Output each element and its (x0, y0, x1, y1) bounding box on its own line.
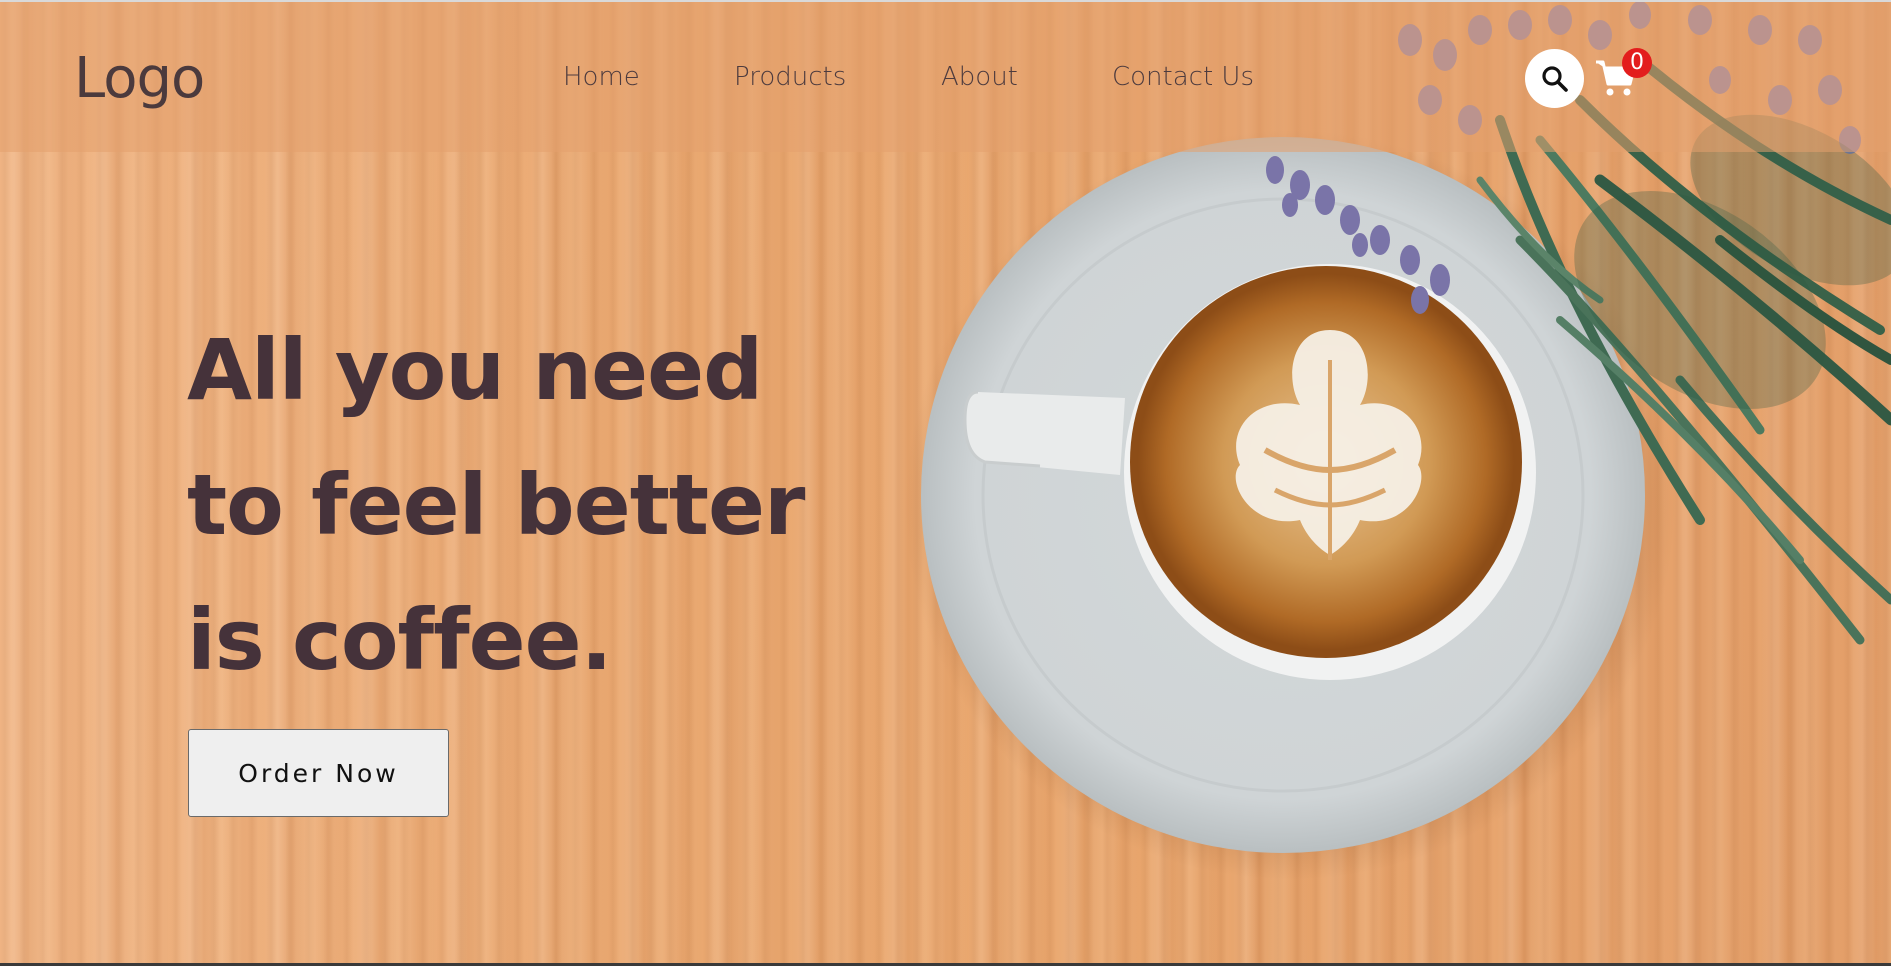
order-now-button[interactable]: Order Now (188, 729, 449, 817)
search-icon (1541, 65, 1568, 92)
site-logo[interactable]: Logo (74, 46, 205, 111)
nav-about-link[interactable]: About (941, 62, 1018, 92)
headline-line-1: All you need (187, 321, 763, 419)
cart-count-badge: 0 (1622, 48, 1652, 78)
headline-line-2: to feel better (187, 456, 805, 554)
search-button[interactable] (1525, 49, 1584, 108)
headline-line-3: is coffee. (187, 591, 612, 689)
nav-products-link[interactable]: Products (734, 62, 846, 92)
hero-headline: All you need to feel better is coffee. (187, 303, 887, 708)
nav-contact-link[interactable]: Contact Us (1112, 62, 1254, 92)
site-header: Logo Home Products About Contact Us 0 (0, 2, 1891, 152)
nav-home-link[interactable]: Home (563, 62, 640, 92)
